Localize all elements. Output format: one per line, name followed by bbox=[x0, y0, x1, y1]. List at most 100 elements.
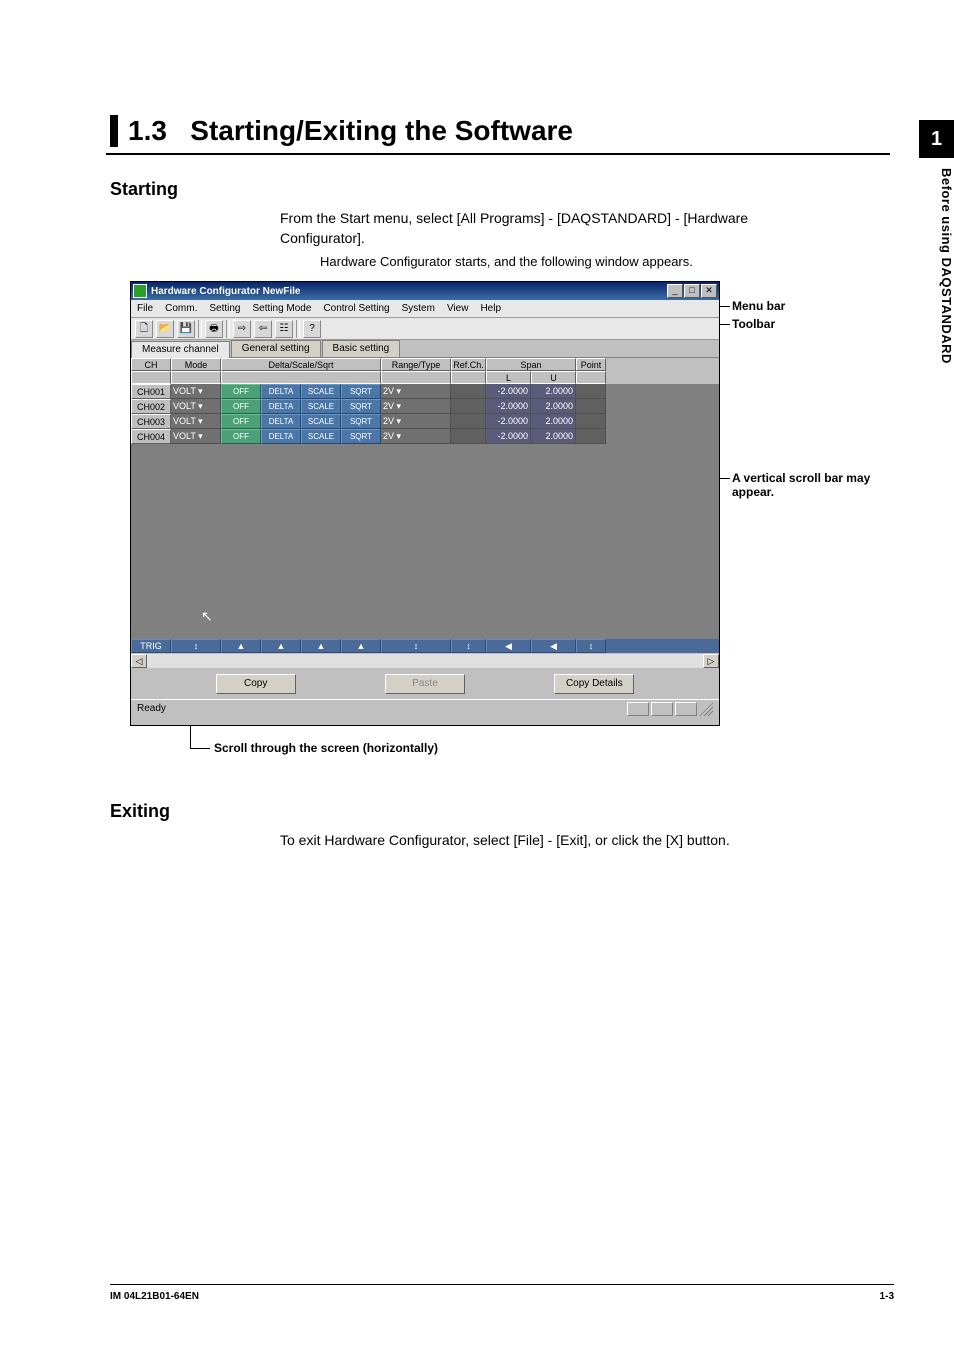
data-grid[interactable]: CH Mode Delta/Scale/Sqrt Range/Type Ref.… bbox=[131, 358, 719, 653]
range-cell[interactable]: 2V ▾ bbox=[381, 429, 451, 444]
span-l-cell[interactable]: -2.0000 bbox=[486, 384, 531, 399]
span-l-cell[interactable]: -2.0000 bbox=[486, 429, 531, 444]
mode-cell[interactable]: VOLT ▾ bbox=[171, 414, 221, 429]
section-title-text: Starting/Exiting the Software bbox=[190, 115, 573, 146]
footer-cell[interactable]: ▲ bbox=[301, 639, 341, 653]
app-icon bbox=[133, 284, 147, 298]
span-l-cell[interactable]: -2.0000 bbox=[486, 414, 531, 429]
copy-button[interactable]: Copy bbox=[216, 674, 296, 694]
tab-basic-setting[interactable]: Basic setting bbox=[322, 340, 401, 357]
open-file-icon[interactable]: 📂 bbox=[156, 320, 174, 338]
status-cell bbox=[651, 702, 673, 716]
span-u-cell[interactable]: 2.0000 bbox=[531, 414, 576, 429]
footer-cell[interactable]: ◀ bbox=[531, 639, 576, 653]
menu-bar[interactable]: File Comm. Setting Setting Mode Control … bbox=[131, 300, 719, 318]
maximize-button[interactable]: □ bbox=[684, 284, 700, 298]
figure: Menu bar Toolbar A vertical scroll bar m… bbox=[130, 281, 890, 751]
ref-cell[interactable] bbox=[451, 429, 486, 444]
cursor-icon: ↖ bbox=[201, 608, 213, 626]
scale-button[interactable]: SCALE bbox=[301, 414, 341, 429]
off-button[interactable]: OFF bbox=[221, 414, 261, 429]
sqrt-button[interactable]: SQRT bbox=[341, 384, 381, 399]
footer-cell[interactable]: ↕ bbox=[171, 639, 221, 653]
footer-cell[interactable]: ↕ bbox=[451, 639, 486, 653]
copy-details-button[interactable]: Copy Details bbox=[554, 674, 634, 694]
menu-view[interactable]: View bbox=[447, 303, 469, 314]
span-l-cell[interactable]: -2.0000 bbox=[486, 399, 531, 414]
save-icon[interactable]: 💾 bbox=[177, 320, 195, 338]
footer-cell[interactable]: ◀ bbox=[486, 639, 531, 653]
title-bar[interactable]: Hardware Configurator NewFile _ □ ✕ bbox=[131, 282, 719, 300]
mode-cell[interactable]: VOLT ▾ bbox=[171, 384, 221, 399]
close-button[interactable]: ✕ bbox=[701, 284, 717, 298]
menu-help[interactable]: Help bbox=[480, 303, 501, 314]
menu-control-setting[interactable]: Control Setting bbox=[323, 303, 389, 314]
callout-hscroll: Scroll through the screen (horizontally) bbox=[214, 741, 438, 755]
delta-button[interactable]: DELTA bbox=[261, 429, 301, 444]
resize-grip-icon[interactable] bbox=[699, 702, 713, 716]
menu-comm[interactable]: Comm. bbox=[165, 303, 197, 314]
table-row[interactable]: CH002VOLT ▾OFFDELTASCALESQRT2V ▾-2.00002… bbox=[131, 399, 719, 414]
print-icon[interactable]: 🖶 bbox=[205, 320, 223, 338]
grid-footer-row[interactable]: TRIG ↕ ▲ ▲ ▲ ▲ ↕ ↕ ◀ ◀ ↕ bbox=[131, 639, 719, 653]
exiting-heading: Exiting bbox=[110, 801, 890, 822]
range-cell[interactable]: 2V ▾ bbox=[381, 399, 451, 414]
footer-cell[interactable]: ▲ bbox=[221, 639, 261, 653]
delta-button[interactable]: DELTA bbox=[261, 399, 301, 414]
menu-setting[interactable]: Setting bbox=[209, 303, 240, 314]
toolbar-separator bbox=[198, 320, 202, 338]
point-cell[interactable] bbox=[576, 399, 606, 414]
scale-button[interactable]: SCALE bbox=[301, 384, 341, 399]
col-mode: Mode bbox=[171, 358, 221, 371]
range-cell[interactable]: 2V ▾ bbox=[381, 414, 451, 429]
mode-cell[interactable]: VOLT ▾ bbox=[171, 429, 221, 444]
receive-icon[interactable]: ⇦ bbox=[254, 320, 272, 338]
off-button[interactable]: OFF bbox=[221, 384, 261, 399]
range-cell[interactable]: 2V ▾ bbox=[381, 384, 451, 399]
table-row[interactable]: CH001VOLT ▾OFFDELTASCALESQRT2V ▾-2.00002… bbox=[131, 384, 719, 399]
ref-cell[interactable] bbox=[451, 384, 486, 399]
menu-system[interactable]: System bbox=[402, 303, 435, 314]
scale-button[interactable]: SCALE bbox=[301, 399, 341, 414]
minimize-button[interactable]: _ bbox=[667, 284, 683, 298]
paste-button[interactable]: Paste bbox=[385, 674, 465, 694]
footer-cell[interactable]: ↕ bbox=[576, 639, 606, 653]
span-u-cell[interactable]: 2.0000 bbox=[531, 429, 576, 444]
off-button[interactable]: OFF bbox=[221, 429, 261, 444]
point-cell[interactable] bbox=[576, 414, 606, 429]
footer-cell[interactable]: ↕ bbox=[381, 639, 451, 653]
horizontal-scrollbar[interactable]: ◁ ▷ bbox=[131, 653, 719, 669]
new-file-icon[interactable]: 🗋 bbox=[135, 320, 153, 338]
scale-button[interactable]: SCALE bbox=[301, 429, 341, 444]
footer-cell[interactable]: ▲ bbox=[261, 639, 301, 653]
menu-setting-mode[interactable]: Setting Mode bbox=[253, 303, 312, 314]
help-icon[interactable]: ? bbox=[303, 320, 321, 338]
scroll-right-icon[interactable]: ▷ bbox=[703, 654, 719, 668]
off-button[interactable]: OFF bbox=[221, 399, 261, 414]
delta-button[interactable]: DELTA bbox=[261, 384, 301, 399]
col-dss: Delta/Scale/Sqrt bbox=[221, 358, 381, 371]
ref-cell[interactable] bbox=[451, 399, 486, 414]
tab-measure-channel[interactable]: Measure channel bbox=[131, 341, 230, 358]
scroll-left-icon[interactable]: ◁ bbox=[131, 654, 147, 668]
table-row[interactable]: CH003VOLT ▾OFFDELTASCALESQRT2V ▾-2.00002… bbox=[131, 414, 719, 429]
point-cell[interactable] bbox=[576, 429, 606, 444]
tab-general-setting[interactable]: General setting bbox=[231, 340, 321, 357]
span-u-cell[interactable]: 2.0000 bbox=[531, 384, 576, 399]
table-row[interactable]: CH004VOLT ▾OFFDELTASCALESQRT2V ▾-2.00002… bbox=[131, 429, 719, 444]
starting-p1: From the Start menu, select [All Program… bbox=[280, 208, 790, 249]
sqrt-button[interactable]: SQRT bbox=[341, 414, 381, 429]
callout-vscroll: A vertical scroll bar may appear. bbox=[732, 471, 882, 499]
span-u-cell[interactable]: 2.0000 bbox=[531, 399, 576, 414]
ref-cell[interactable] bbox=[451, 414, 486, 429]
send-icon[interactable]: ⇨ bbox=[233, 320, 251, 338]
monitor-icon[interactable]: ☷ bbox=[275, 320, 293, 338]
footer-cell[interactable]: ▲ bbox=[341, 639, 381, 653]
point-cell[interactable] bbox=[576, 384, 606, 399]
menu-file[interactable]: File bbox=[137, 303, 153, 314]
mode-cell[interactable]: VOLT ▾ bbox=[171, 399, 221, 414]
sqrt-button[interactable]: SQRT bbox=[341, 399, 381, 414]
sqrt-button[interactable]: SQRT bbox=[341, 429, 381, 444]
scroll-track[interactable] bbox=[147, 654, 703, 668]
delta-button[interactable]: DELTA bbox=[261, 414, 301, 429]
